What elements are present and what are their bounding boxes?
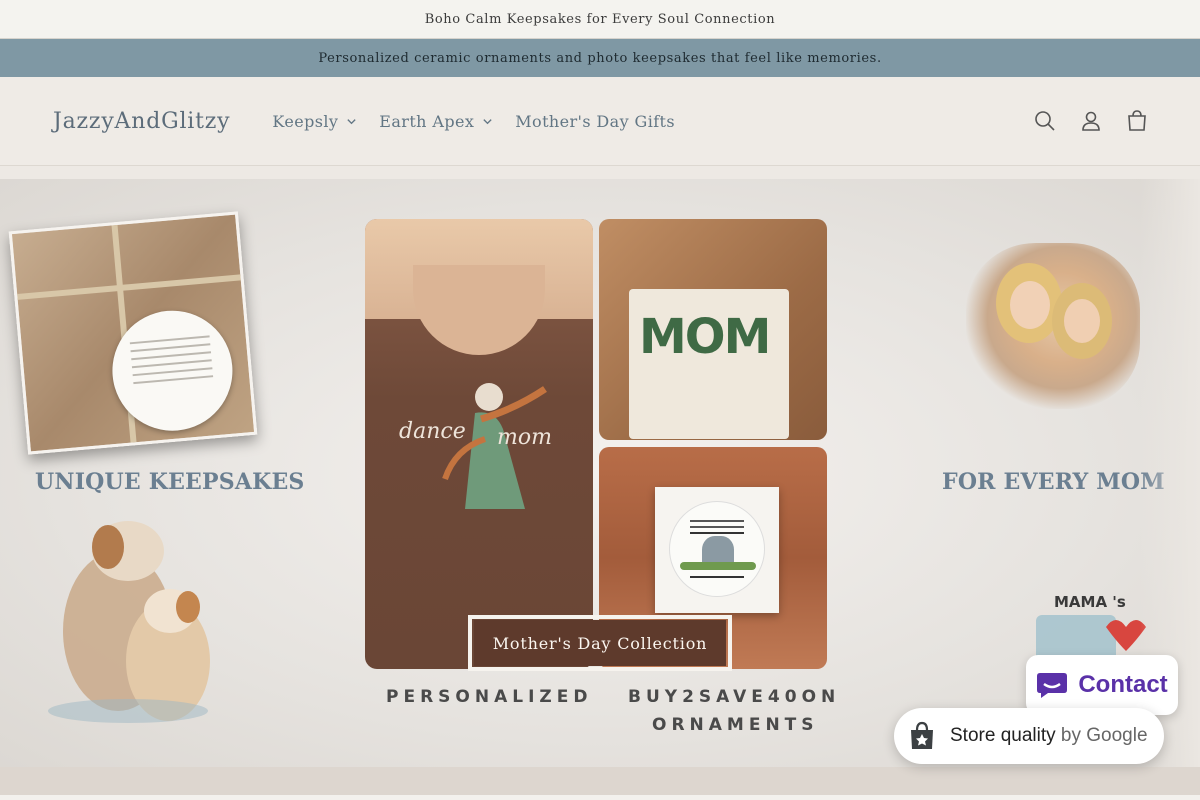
- announcement-bar: Personalized ceramic ornaments and photo…: [0, 39, 1200, 77]
- store-quality-badge[interactable]: Store quality by Google: [894, 708, 1164, 764]
- nav-item-label: Keepsly: [272, 111, 339, 131]
- site-logo[interactable]: JazzyAndGlitzy: [53, 109, 230, 134]
- gift-ornament-image: [8, 211, 258, 455]
- caption-personalized: PERSONALIZED: [386, 687, 593, 707]
- announcement-top: Boho Calm Keepsakes for Every Soul Conne…: [0, 0, 1200, 39]
- cart-icon: [1128, 110, 1146, 131]
- site-header: JazzyAndGlitzy Keepsly Earth Apex Mother…: [0, 77, 1200, 166]
- account-button[interactable]: [1080, 110, 1102, 132]
- tote-text: MOM: [639, 309, 771, 365]
- page-bottom-edge: [0, 795, 1200, 800]
- shirt-text-mom: mom: [497, 425, 552, 450]
- shirt-text-dance: dance: [399, 419, 466, 444]
- nav-item-label: Mother's Day Gifts: [515, 111, 675, 131]
- store-quality-label: Store quality: [950, 725, 1056, 746]
- chevron-down-icon: [483, 118, 492, 124]
- caption-promo-line1: BUY2SAVE40ON: [628, 687, 841, 707]
- hero-banner: UNIQUE KEEPSAKES dance mom MOM Mother's …: [0, 179, 1200, 767]
- dogs-illustration: [48, 521, 210, 723]
- contact-label: Contact: [1078, 671, 1168, 698]
- caption-promo-line2: ORNAMENTS: [652, 715, 819, 735]
- hero-right-headline: FOR EVERY MOM: [942, 469, 1165, 495]
- hero-left-headline: UNIQUE KEEPSAKES: [35, 469, 305, 495]
- store-quality-by: by Google: [1060, 725, 1148, 746]
- cta-label: Mother's Day Collection: [492, 633, 708, 653]
- store-quality-text: Store quality by Google: [950, 725, 1148, 747]
- tshirt-image: dance mom: [365, 219, 593, 669]
- search-icon: [1035, 111, 1055, 131]
- cart-button[interactable]: [1126, 110, 1148, 132]
- shopping-bag-icon: [911, 721, 933, 749]
- search-button[interactable]: [1034, 110, 1056, 132]
- account-icon: [1082, 111, 1100, 131]
- nav-item-mothers-day-gifts[interactable]: Mother's Day Gifts: [515, 112, 675, 131]
- chevron-down-icon: [347, 118, 356, 124]
- tote-bag-image: MOM: [599, 219, 827, 440]
- announcement-bar-text: Personalized ceramic ornaments and photo…: [318, 50, 882, 66]
- chat-icon: [1037, 673, 1068, 698]
- nav-item-keepsly[interactable]: Keepsly: [272, 112, 357, 131]
- mother-daughter-portrait: [966, 243, 1140, 409]
- main-nav: Keepsly Earth Apex Mother's Day Gifts: [272, 112, 1034, 131]
- mothers-day-collection-button[interactable]: Mother's Day Collection: [468, 615, 732, 671]
- announcement-top-text: Boho Calm Keepsakes for Every Soul Conne…: [424, 11, 776, 27]
- mama-text: MAMA 's: [1054, 593, 1126, 611]
- header-icons: [1034, 110, 1148, 132]
- nav-item-label: Earth Apex: [379, 111, 475, 131]
- section-divider: [0, 767, 1200, 795]
- contact-button[interactable]: Contact: [1026, 655, 1178, 715]
- nav-item-earth-apex[interactable]: Earth Apex: [379, 112, 493, 131]
